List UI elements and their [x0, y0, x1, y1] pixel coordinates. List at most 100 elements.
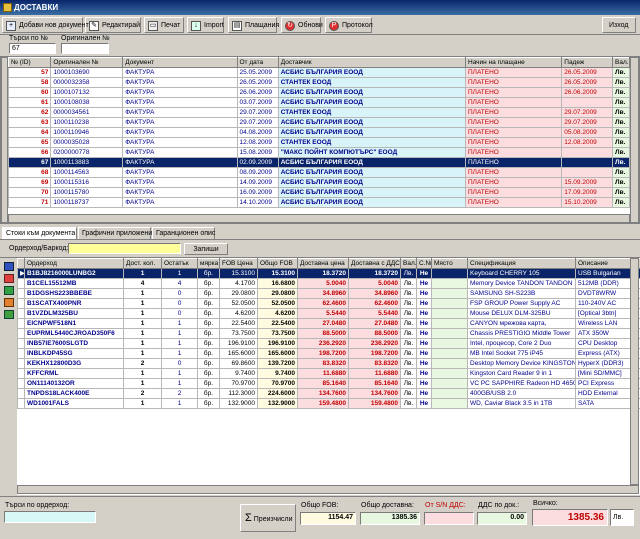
protocol-button[interactable]: P Протокол — [325, 17, 373, 33]
item-qty: 1 — [123, 308, 162, 319]
item-row[interactable]: ON11140132OR 1 1 бр. 70.9700 70.9700 85.1640 85… — [17, 378, 640, 389]
items-vertical-scrollbar[interactable] — [630, 258, 639, 485]
item-row[interactable]: KEKHX12800D3G 2 0 бр. 69.8600 139.7200 83.8320… — [17, 358, 640, 369]
col-fob-price[interactable]: FOB Цена — [219, 258, 258, 269]
col-order-code[interactable]: Ордерход — [24, 258, 124, 269]
item-rest: 4 — [161, 278, 198, 289]
add-item-icon[interactable] — [4, 262, 14, 271]
tab-warranty[interactable]: Гаранционен опис — [152, 227, 215, 239]
delivery-row[interactable]: 68 1000114563 ФАКТУРА 08.09.2009 АСБИС БЪЛГА… — [7, 167, 630, 178]
item-row[interactable]: INBLKDP45SG 1 1 бр. 165.6000 165.6000 198.7200… — [17, 348, 640, 359]
delivery-due: 15.10.2009 — [561, 197, 614, 208]
order-barcode-input[interactable] — [68, 243, 181, 254]
payments-button[interactable]: ▤ Плащания — [228, 17, 279, 33]
delivery-row[interactable]: 61 1000108038 ФАКТУРА 03.07.2009 АСБИС БЪЛГА… — [7, 97, 630, 108]
exit-button[interactable]: Изход — [602, 17, 636, 33]
search-by-orig-input[interactable] — [61, 43, 109, 54]
item-row[interactable]: EUPRML5440CJROAD350F6 1 1 бр. 73.7500 73.7500… — [17, 328, 640, 339]
item-row[interactable]: B1SCATX400PNR 1 0 бр. 52.0500 52.0500 62.4600 6… — [17, 298, 640, 309]
search-order-input[interactable] — [4, 511, 96, 523]
delivery-payment: ПЛАТЕНО — [464, 97, 563, 108]
search-by-no-input[interactable]: 67 — [9, 43, 56, 54]
delivery-row[interactable]: 65 0000035028 ФАКТУРА 12.08.2009 СТАНТЕК ЕОО… — [7, 137, 630, 148]
delivery-row[interactable]: 63 1000110238 ФАКТУРА 29.07.2009 АСБИС БЪЛГА… — [7, 117, 630, 128]
col-fob-total[interactable]: Общо FOB — [257, 258, 298, 269]
col-place[interactable]: Място — [431, 258, 468, 269]
delivery-doc: ФАКТУРА — [122, 177, 238, 188]
item-row[interactable]: B1DGSHS223BBEBE 1 0 бр. 29.0800 29.0800 34.896… — [17, 288, 640, 299]
col-due[interactable]: Падеж — [561, 57, 614, 68]
item-row[interactable]: EICNPWF518N1 1 1 бр. 22.5400 22.5400 27.0480 27… — [17, 318, 640, 329]
move-item-icon[interactable] — [4, 286, 14, 295]
search-by-no-label: Търси по № — [9, 35, 49, 42]
col-document[interactable]: Документ — [122, 57, 238, 68]
delete-item-icon[interactable] — [4, 274, 14, 283]
edit-button[interactable]: ✎ Редактирай — [85, 17, 141, 33]
delivery-row[interactable]: 70 1000115780 ФАКТУРА 16.09.2009 АСБИС БЪЛГА… — [7, 187, 630, 198]
item-row[interactable]: B1VZDLM325BU 1 0 бр. 4.6200 4.6200 5.5440 5.544… — [17, 308, 640, 319]
col-supplier[interactable]: Доставчик — [277, 57, 467, 68]
deliveries-horizontal-scrollbar[interactable] — [8, 214, 630, 223]
item-row[interactable]: INB57IE7600SLGTD 1 1 бр. 196.9100 196.9100 236… — [17, 338, 640, 349]
add-document-button[interactable]: + Добави нов документ — [2, 17, 89, 33]
item-delivery: 5.0040 — [297, 278, 349, 289]
recalc-button[interactable]: Σ Преизчисли — [240, 504, 296, 532]
item-delivery: 85.1640 — [297, 378, 349, 389]
item-row[interactable]: TNPDS18LACK400E 2 2 бр. 112.3000 224.6000 134.… — [17, 388, 640, 399]
item-fob-total: 52.0500 — [257, 298, 298, 309]
delivery-row[interactable]: 60 1000107132 ФАКТУРА 26.06.2009 АСБИС БЪЛГА… — [7, 87, 630, 98]
excel-export-icon[interactable] — [4, 310, 14, 319]
items-horizontal-scrollbar[interactable] — [17, 485, 639, 494]
item-row[interactable]: B1CEL15512MB 4 4 бр. 4.1700 16.6800 5.0040 5.00… — [17, 278, 640, 289]
col-orig[interactable]: Оригинален № — [50, 57, 124, 68]
delivery-id: 60 — [7, 87, 52, 98]
item-fob-total: 196.9100 — [257, 338, 298, 349]
item-currency: Лв. — [400, 368, 417, 379]
grand-total-currency: Лв. — [610, 509, 634, 526]
item-delivery: 83.8320 — [297, 358, 349, 369]
refresh-button[interactable]: ↻ Обнови — [281, 17, 323, 33]
delivery-row[interactable]: 67 1000113883 ФАКТУРА 02.09.2009 АСБИС БЪЛГА… — [7, 157, 630, 168]
left-scroll-strip[interactable] — [1, 57, 8, 223]
item-row[interactable]: KFFCRML 1 1 бр. 9.7400 9.7400 11.6880 11.6880 Лв… — [17, 368, 640, 379]
printer-icon: ▭ — [148, 21, 158, 31]
delivery-orig: 0200000778 — [50, 147, 124, 158]
item-row[interactable]: ▶ B1BJ8216000LUNBG2 1 1 бр. 15.3100 15.3100 18.… — [17, 268, 640, 279]
edit-item-icon[interactable] — [4, 298, 14, 307]
delivery-row[interactable]: 57 1000103690 ФАКТУРА 25.05.2009 АСБИС БЪЛГА… — [7, 67, 630, 78]
col-date[interactable]: От дата — [236, 57, 279, 68]
item-rest: 0 — [161, 298, 198, 309]
delivery-id: 61 — [7, 97, 52, 108]
col-delivery-price[interactable]: Доставна цена — [297, 258, 349, 269]
item-row[interactable]: WD1001FALS 1 1 бр. 132.9000 132.9000 159.4800 1… — [17, 398, 640, 409]
tab-graphic-attachments[interactable]: Графични приложения — [78, 227, 156, 239]
col-unit[interactable]: мярка — [197, 258, 220, 269]
delivery-row[interactable]: 71 1000118737 ФАКТУРА 14.10.2009 АСБИС БЪЛГА… — [7, 197, 630, 208]
col-currency[interactable]: Вал. — [612, 57, 630, 68]
col-rest[interactable]: Остатък — [161, 258, 198, 269]
row-indicator — [17, 278, 25, 289]
item-unit: бр. — [197, 348, 220, 359]
col-payment[interactable]: Начин на плащане — [464, 57, 563, 68]
delivery-row[interactable]: 58 0000032358 ФАКТУРА 26.05.2009 СТАНТЕК ЕОО… — [7, 77, 630, 88]
record-button[interactable]: Запиши — [184, 243, 228, 255]
delivery-row[interactable]: 62 0000034561 ФАКТУРА 29.07.2009 СТАНТЕК ЕОО… — [7, 107, 630, 118]
delivery-date: 25.05.2009 — [236, 67, 279, 78]
print-button[interactable]: ▭ Печат — [144, 17, 184, 33]
tab-items[interactable]: Стоки към документа — [2, 227, 77, 239]
import-button[interactable]: ↓ Import — [187, 17, 224, 33]
delivery-doc: ФАКТУРА — [122, 107, 238, 118]
col-qty[interactable]: Дост. кол. — [123, 258, 162, 269]
col-serial[interactable]: С.№ — [416, 258, 432, 269]
deliveries-vertical-scrollbar[interactable] — [630, 57, 639, 223]
item-unit: бр. — [197, 378, 220, 389]
delivery-row[interactable]: 64 1000110946 ФАКТУРА 04.08.2009 АСБИС БЪЛГА… — [7, 127, 630, 138]
col-id[interactable]: № (ID) — [7, 57, 52, 68]
col-spec[interactable]: Спецификация — [467, 258, 576, 269]
col-delivery-vat[interactable]: Доставна с ДДС — [348, 258, 401, 269]
delivery-row[interactable]: 69 1000115316 ФАКТУРА 14.09.2009 АСБИС БЪЛГА… — [7, 177, 630, 188]
delivery-payment: ПЛАТЕНО — [464, 137, 563, 148]
delivery-row[interactable]: 66 0200000778 ФАКТУРА 15.08.2009 "МАКС ПОЙНТ… — [7, 147, 630, 158]
fob-total-value: 1154.47 — [300, 512, 356, 525]
col-item-currency[interactable]: Вал. — [400, 258, 417, 269]
